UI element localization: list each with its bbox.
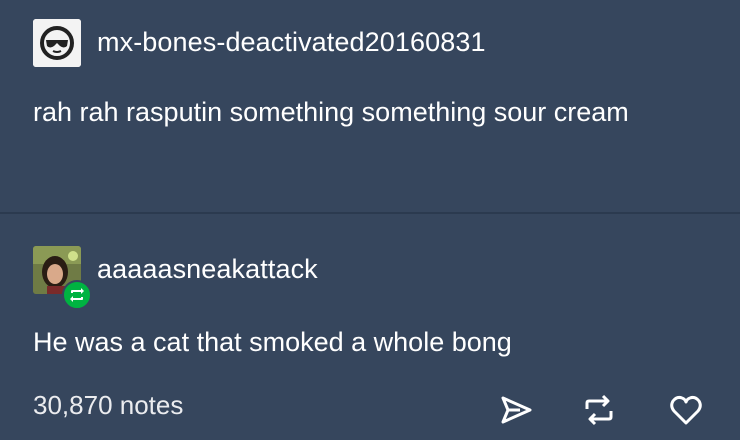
reblog-badge — [62, 280, 92, 310]
heart-icon — [670, 395, 702, 425]
post-text: rah rah rasputin something something sou… — [33, 97, 629, 127]
original-post: mx-bones-deactivated20160831 rah rah ras… — [0, 0, 740, 212]
reblog-icon — [585, 394, 613, 426]
like-button[interactable] — [666, 390, 706, 430]
reblog-post: aaaaasneakattack He was a cat that smoke… — [0, 214, 740, 440]
share-arrow-icon — [501, 396, 532, 424]
reblog-icon — [70, 288, 84, 302]
post-username[interactable]: mx-bones-deactivated20160831 — [97, 27, 486, 58]
share-button[interactable] — [496, 390, 536, 430]
sunglasses-face-icon — [33, 19, 81, 67]
avatar[interactable] — [33, 19, 81, 67]
post-footer: 30,870 notes — [0, 390, 740, 430]
post-text: He was a cat that smoked a whole bong — [33, 327, 512, 357]
post-username[interactable]: aaaaasneakattack — [97, 254, 318, 285]
notes-count[interactable]: 30,870 notes — [33, 390, 183, 421]
reblog-button[interactable] — [579, 390, 619, 430]
